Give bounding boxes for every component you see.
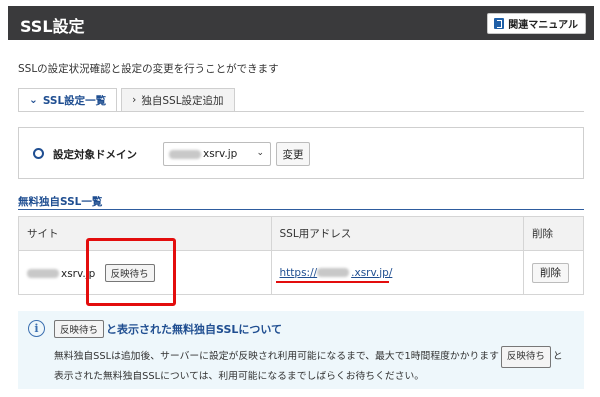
site-cell: xsrv.jp 反映待ち — [18, 250, 272, 295]
related-manual-label: 関連マニュアル — [508, 20, 578, 31]
chevron-down-icon: ⌄ — [256, 148, 264, 158]
redacted-text — [27, 269, 59, 278]
change-button[interactable]: 変更 — [276, 142, 310, 166]
info-icon: i — [28, 320, 45, 337]
chevron-right-icon: › — [132, 94, 137, 106]
table-row: xsrv.jp 反映待ち https:// .xsrv.jp/ 削除 — [18, 250, 584, 295]
intro-text: SSLの設定状況確認と設定の変更を行うことができます — [18, 63, 279, 75]
page-header: SSL設定 関連マニュアル — [8, 6, 594, 40]
ssl-address-cell: https:// .xsrv.jp/ — [270, 250, 525, 295]
info-body-text-3: 表示された無料独自SSLについては、利用可能になるまでしばらくお待ちください。 — [54, 371, 425, 382]
section-divider — [18, 209, 584, 210]
info-body-text-1: 無料独自SSLは追加後、サーバーに設定が反映され利用可能になるまで、最大で1時間… — [54, 351, 499, 362]
page-title: SSL設定 — [20, 17, 85, 36]
header-ssl-address: SSL用アドレス — [270, 216, 525, 251]
header-site: サイト — [18, 216, 272, 251]
status-badge: 反映待ち — [500, 346, 551, 368]
ssl-address-prefix: https:// — [279, 266, 318, 279]
chevron-down-icon: ⌄ — [29, 94, 38, 106]
info-title: 反映待ち と表示された無料独自SSLについて — [54, 320, 282, 338]
site-name: xsrv.jp — [61, 267, 96, 280]
tab-ssl-list[interactable]: ⌄ SSL設定一覧 — [18, 88, 118, 112]
highlight-underline — [276, 281, 389, 283]
info-title-text: と表示された無料独自SSLについて — [106, 323, 283, 336]
domain-select-value: xsrv.jp — [203, 148, 238, 160]
delete-cell: 削除 — [523, 250, 584, 295]
status-badge: 反映待ち — [104, 263, 155, 282]
ssl-address-suffix: .xsrv.jp/ — [351, 266, 393, 279]
ssl-table: サイト SSL用アドレス 削除 xsrv.jp 反映待ち https:// .xs… — [18, 216, 584, 295]
info-body: 無料独自SSLは追加後、サーバーに設定が反映され利用可能になるまで、最大で1時間… — [54, 346, 582, 386]
table-header-row: サイト SSL用アドレス 削除 — [18, 216, 584, 251]
info-body-text-2: と — [552, 351, 563, 362]
status-badge: 反映待ち — [54, 320, 105, 338]
tab-add-ssl-label: 独自SSL設定追加 — [141, 94, 224, 107]
tab-bar: ⌄ SSL設定一覧 › 独自SSL設定追加 — [18, 88, 239, 112]
section-title: 無料独自SSL一覧 — [18, 196, 103, 208]
book-icon — [494, 18, 505, 29]
ssl-address-link[interactable]: https:// .xsrv.jp/ — [280, 267, 393, 279]
header-delete: 削除 — [523, 216, 584, 251]
tab-ssl-list-label: SSL設定一覧 — [42, 94, 107, 107]
redacted-text — [317, 268, 350, 277]
redacted-text — [169, 149, 201, 159]
tab-divider — [18, 111, 584, 112]
related-manual-button[interactable]: 関連マニュアル — [487, 13, 586, 34]
info-panel: i 反映待ち と表示された無料独自SSLについて 無料独自SSLは追加後、サーバ… — [18, 311, 584, 389]
domain-radio[interactable] — [33, 148, 44, 159]
domain-selector-panel: 設定対象ドメイン xsrv.jp ⌄ 変更 — [18, 127, 584, 179]
delete-button[interactable]: 削除 — [532, 263, 570, 283]
tab-add-ssl[interactable]: › 独自SSL設定追加 — [121, 88, 235, 112]
domain-select[interactable]: xsrv.jp ⌄ — [163, 142, 271, 166]
domain-label: 設定対象ドメイン — [53, 149, 137, 161]
